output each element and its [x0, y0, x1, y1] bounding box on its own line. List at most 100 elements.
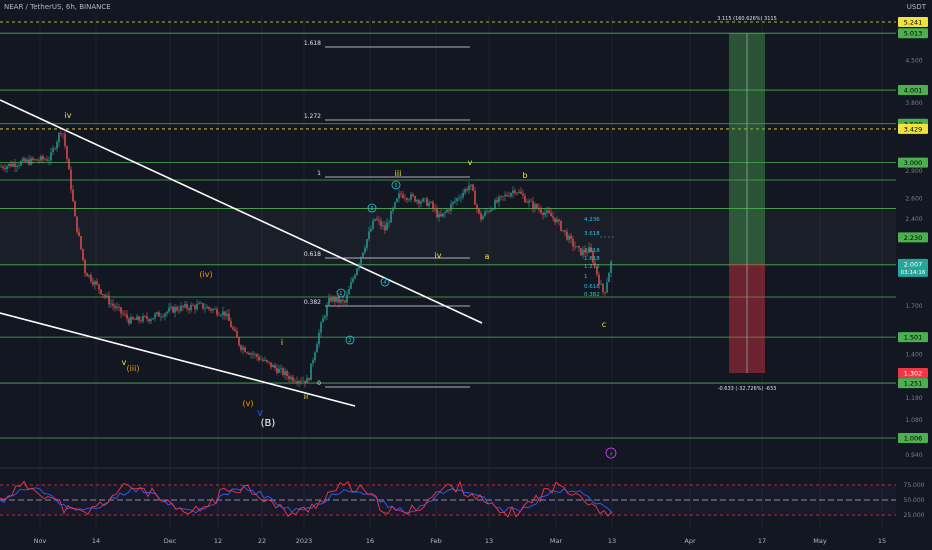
candle-body [416, 200, 418, 202]
fib-ext-label: 1 [584, 274, 588, 280]
candle-body [276, 368, 278, 373]
candle-body [346, 294, 348, 303]
candle-body [160, 316, 162, 318]
candle-body [324, 316, 326, 319]
candle-body [24, 158, 26, 162]
date-tick: 12 [214, 537, 222, 545]
candle-body [66, 146, 68, 159]
candle-body [244, 347, 246, 353]
candle-body [506, 194, 508, 196]
candle-body [460, 197, 462, 199]
chart-canvas[interactable]: 3.115 (160.626%) 3115 -0.633 (-32.726%) -… [0, 0, 932, 550]
candle-body [386, 222, 388, 231]
candle-body [204, 308, 206, 310]
candle-body [452, 201, 454, 205]
candle-body [116, 306, 118, 308]
candle-body [448, 209, 450, 211]
candle-body [486, 211, 488, 212]
circled-wave-number: 1 [339, 291, 342, 297]
candle-body [322, 318, 324, 323]
candle-body [28, 159, 30, 165]
candle-body [144, 315, 146, 317]
candle-body [226, 313, 228, 316]
candle-body [188, 308, 190, 310]
candle-body [176, 307, 178, 311]
candle-body [12, 163, 14, 167]
candle-body [274, 365, 276, 369]
elliott-wave-label: c [602, 320, 606, 329]
candle-body [590, 247, 592, 252]
candle-body [174, 307, 176, 313]
candle-body [422, 198, 424, 202]
candle-body [444, 212, 446, 214]
candle-body [420, 201, 422, 204]
candle-body [500, 196, 502, 197]
stop-box-label: -0.633 (-32.726%) -633 [718, 386, 777, 392]
candle-body [172, 306, 174, 313]
candle-body [90, 275, 92, 282]
price-label: 2.230 [904, 234, 923, 242]
candle-body [16, 166, 18, 168]
candle-body [356, 268, 358, 276]
candle-body [530, 200, 532, 202]
candle-body [108, 295, 110, 305]
price-label: 2.007 [904, 260, 923, 268]
candle-body [308, 378, 310, 381]
candle-body [480, 213, 482, 220]
candle-body [542, 212, 544, 216]
rsi-tick: 50.000 [904, 497, 925, 504]
candle-body [298, 380, 300, 383]
date-tick: 13 [485, 537, 493, 545]
date-tick: May [813, 537, 827, 545]
circled-wave-number: 2 [348, 338, 351, 344]
candle-body [512, 190, 514, 194]
candle-body [332, 297, 334, 302]
elliott-wave-label: (B) [261, 418, 276, 429]
elliott-wave-label: b [522, 171, 527, 180]
candle-body [170, 306, 172, 309]
candle-body [342, 299, 344, 301]
fib-level-label: 1.618 [304, 40, 321, 47]
candle-body [110, 303, 112, 305]
candle-body [284, 371, 286, 375]
candle-body [14, 163, 16, 168]
candle-body [68, 158, 70, 170]
candle-body [208, 306, 210, 309]
elliott-wave-label: iii [395, 169, 402, 178]
candle-body [76, 216, 78, 232]
candle-body [222, 311, 224, 316]
candle-body [518, 191, 520, 193]
candle-body [318, 332, 320, 345]
candle-body [248, 352, 250, 355]
candle-body [36, 159, 38, 161]
candle-body [80, 236, 82, 249]
candle-body [382, 225, 384, 227]
candle-body [528, 200, 530, 203]
candle-body [34, 159, 36, 161]
candle-body [142, 315, 144, 322]
candle-body [130, 317, 132, 324]
candle-body [218, 314, 220, 316]
candle-body [224, 311, 226, 316]
candle-body [352, 278, 354, 283]
candle-body [610, 261, 612, 273]
candle-body [118, 306, 120, 308]
candle-body [476, 204, 478, 209]
candle-body [340, 299, 342, 303]
candle-body [372, 220, 374, 229]
candle-body [164, 313, 166, 317]
candle-body [238, 337, 240, 346]
candle-body [314, 352, 316, 361]
candle-body [236, 331, 238, 338]
candle-body [466, 189, 468, 191]
date-tick: 17 [758, 537, 766, 545]
candle-body [432, 201, 434, 208]
candle-body [260, 359, 262, 361]
candle-body [598, 274, 600, 285]
candle-body [510, 193, 512, 197]
candle-body [302, 380, 304, 382]
price-tick: 0.940 [905, 452, 922, 459]
price-label: 1.251 [904, 380, 923, 388]
candle-body [268, 361, 270, 363]
candle-body [462, 192, 464, 198]
